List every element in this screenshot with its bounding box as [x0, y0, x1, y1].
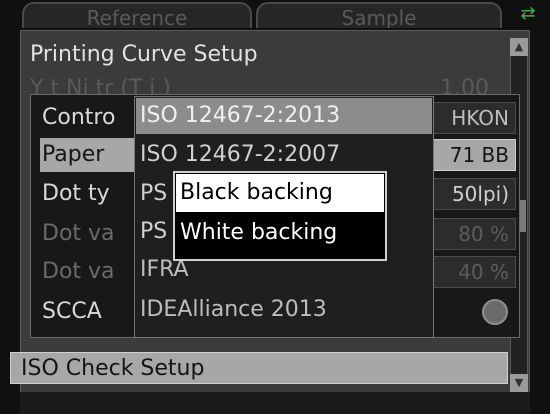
dot-value-label: Dot va — [42, 259, 115, 284]
scroll-down-icon[interactable]: ▼ — [510, 374, 528, 392]
tab-sample[interactable]: Sample — [256, 2, 502, 28]
window-title: Printing Curve Setup — [30, 42, 258, 67]
dot-value-1: 80 % — [428, 218, 516, 250]
paper-value[interactable]: 71 BB — [428, 139, 516, 171]
black-backing-option[interactable]: Black backing — [176, 174, 384, 212]
tab-reference[interactable]: Reference — [22, 2, 252, 28]
scroll-up-icon[interactable]: ▲ — [510, 38, 528, 56]
dot-type-label[interactable]: Dot ty — [42, 178, 138, 210]
iso-check-setup-row[interactable]: ISO Check Setup — [10, 352, 508, 384]
list-item[interactable]: ISO 12467-2:2013 — [136, 98, 432, 134]
dot-value-2: 40 % — [428, 256, 516, 288]
white-backing-option[interactable]: White backing — [176, 214, 384, 252]
dot-type-value[interactable]: 50lpi) — [428, 178, 516, 210]
arrows-icon[interactable]: ⇄ — [508, 4, 548, 24]
dot-value-label: Dot va — [42, 221, 115, 246]
scca-toggle[interactable] — [482, 299, 508, 325]
list-item[interactable]: IDEAlliance 2013 — [136, 292, 432, 328]
list-item[interactable]: ISO 12467-2:2007 — [136, 137, 432, 173]
paper-label[interactable]: Paper — [42, 139, 138, 171]
bottom-strip — [20, 392, 530, 414]
control-label[interactable]: Contro — [42, 102, 138, 134]
control-value[interactable]: HKON — [428, 102, 516, 134]
scca-label[interactable]: SCCA — [42, 296, 138, 328]
